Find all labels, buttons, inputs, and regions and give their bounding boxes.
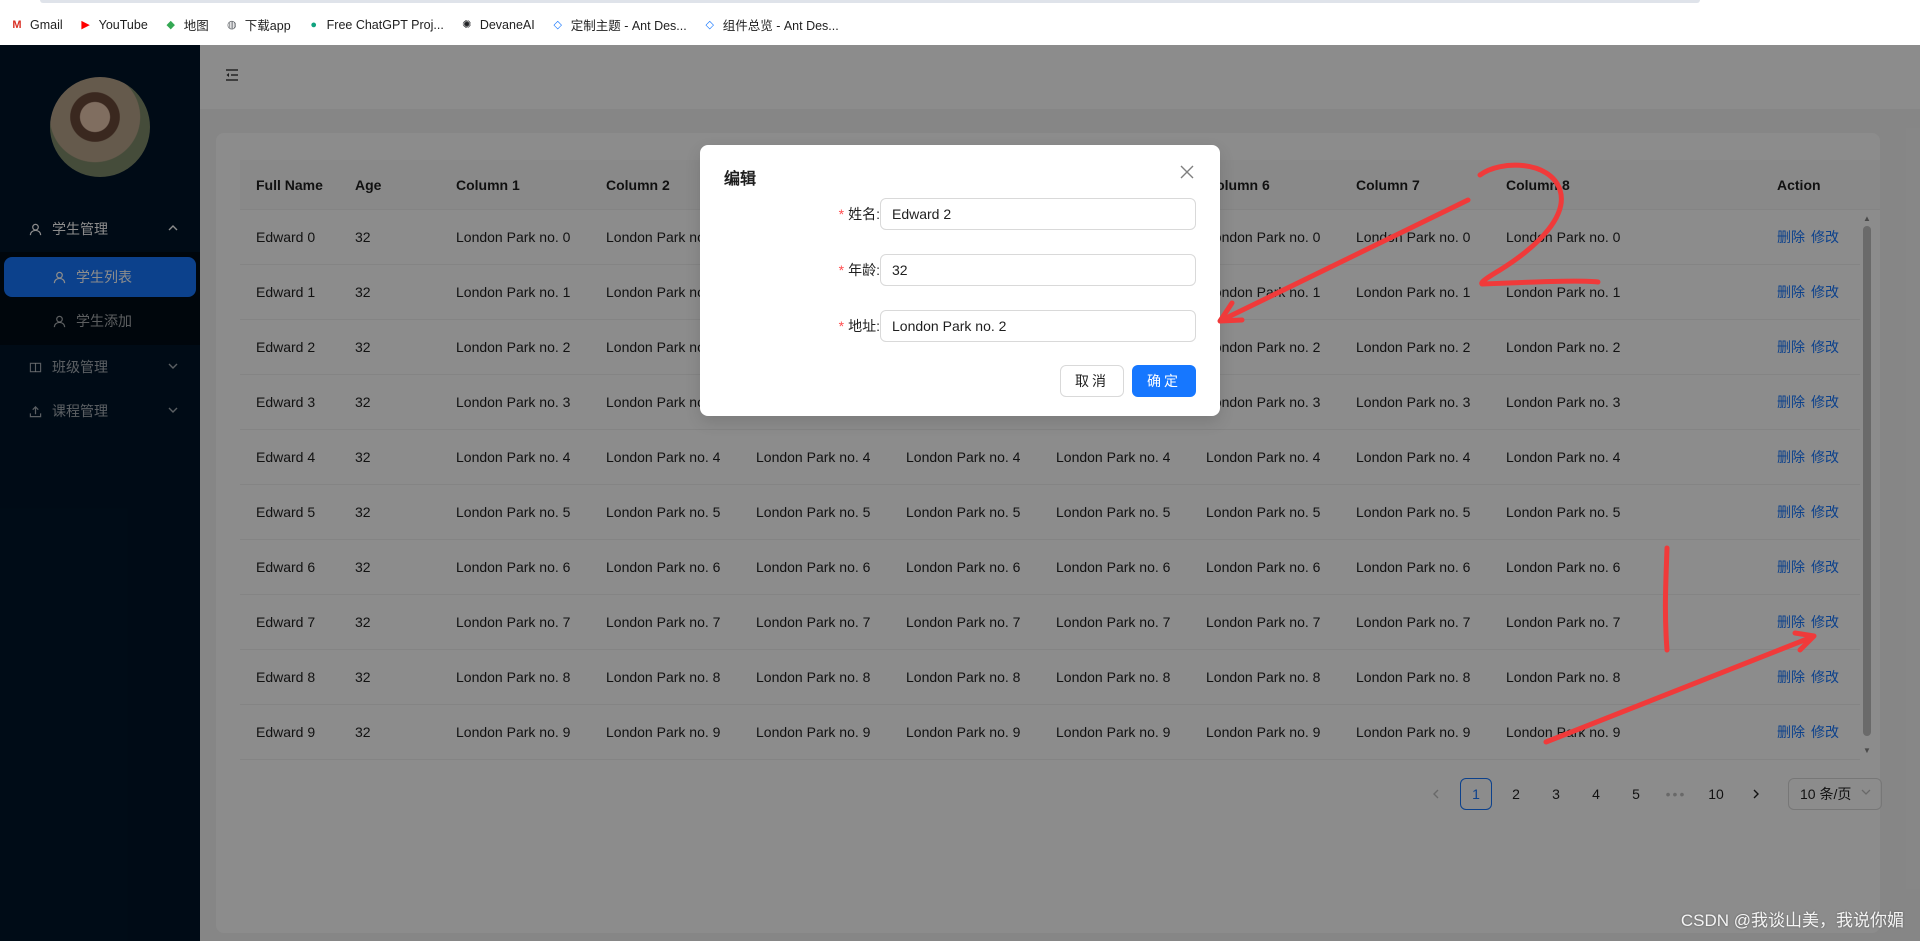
bookmark-label: 地图 [183, 19, 209, 33]
bookmark-label: Free ChatGPT Proj... [326, 17, 444, 32]
bookmark-3[interactable]: ◍ 下载app [225, 15, 291, 34]
form-row-address: * 地址: [700, 310, 1220, 342]
bookmark-label: 下载app [244, 19, 291, 33]
openai-icon: ✺ [462, 19, 472, 31]
bookmark-5[interactable]: ✺ DevaneAI [460, 18, 535, 32]
bookmark-4[interactable]: ● Free ChatGPT Proj... [307, 18, 444, 32]
bookmark-label: Gmail [30, 17, 63, 32]
antd-icon: ◇ [705, 19, 714, 31]
bookmark-label: 定制主题 - Ant Des... [570, 19, 687, 33]
bookmark-list: M Gmail ▶ YouTube ◆ 地图 ◍ 下载app ● Free ChatGPT Pro… [10, 15, 839, 34]
watermark: CSDN @我谈山美，我说你媚 [1680, 911, 1904, 930]
bookmark-label: DevaneAI [479, 17, 535, 32]
age-input[interactable] [880, 254, 1196, 286]
edit-modal: 编辑 *姓名: *年龄: *地址: 取消 确定 [700, 145, 1220, 416]
address-label: * 地址: [838, 318, 880, 334]
bookmark-7[interactable]: ◇ 组件总览 - Ant Des... [703, 15, 839, 34]
cancel-button[interactable]: 取消 [1060, 365, 1124, 397]
name-input[interactable] [880, 198, 1196, 230]
bookmark-0[interactable]: M Gmail [10, 17, 63, 32]
globe-icon: ◍ [226, 19, 237, 31]
bookmark-2[interactable]: ◆ 地图 [164, 15, 209, 34]
address-input[interactable] [880, 310, 1196, 342]
name-label: * 姓名: [838, 206, 880, 222]
bookmarks-bar: M Gmail ▶ YouTube ◆ 地图 ◍ 下载app ● Free ChatGPT Pro… [0, 0, 1920, 45]
modal-title: 编辑 [724, 171, 757, 188]
address-bar-edge [0, 0, 1920, 4]
form-row-name: * 姓名: [700, 198, 1220, 230]
form-row-age: * 年龄: [700, 254, 1220, 286]
ok-button[interactable]: 确定 [1132, 365, 1196, 397]
age-label: * 年龄: [838, 262, 880, 278]
bookmark-label: YouTube [98, 17, 148, 32]
bookmark-1[interactable]: ▶ YouTube [79, 17, 148, 32]
close-icon[interactable] [1176, 161, 1198, 183]
bookmark-label: 组件总览 - Ant Des... [722, 19, 839, 33]
maps-icon: ◆ [166, 19, 176, 31]
antd-icon: ◇ [553, 19, 562, 31]
gmail-icon: M [12, 18, 22, 31]
youtube-icon: ▶ [81, 19, 90, 31]
bookmark-6[interactable]: ◇ 定制主题 - Ant Des... [551, 15, 687, 34]
chatgpt-icon: ● [310, 18, 317, 31]
